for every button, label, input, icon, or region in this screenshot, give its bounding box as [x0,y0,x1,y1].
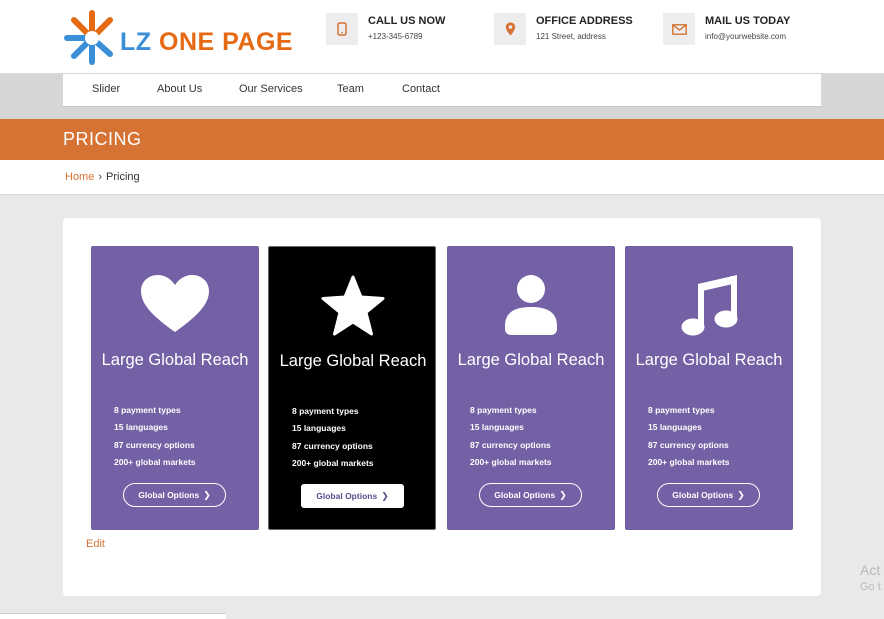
feature-list: 8 payment types 15 languages 87 currency… [648,402,730,471]
global-options-button[interactable]: Global Options ❯ [123,483,226,507]
star-icon [321,275,385,336]
pricing-panel: Large Global Reach 8 payment types 15 la… [63,218,821,596]
nav-item-about-us[interactable]: About Us [157,83,202,95]
feature-list: 8 payment types 15 languages 87 currency… [114,402,196,471]
feature-item: 87 currency options [292,440,373,451]
contact-title: MAIL US TODAY [705,15,791,27]
button-label: Global Options [316,491,378,501]
feature-item: 8 payment types [470,405,537,415]
feature-item: 200+ global markets [114,456,196,467]
feature-item: 8 payment types [292,406,359,416]
watermark-line-1: Act [860,562,881,578]
feature-item: 200+ global markets [470,456,552,467]
contact-subtitle: info@yourwebsite.com [705,32,787,41]
feature-item: 15 languages [292,423,346,434]
feature-item: 8 payment types [648,405,715,415]
feature-list: 8 payment types 15 languages 87 currency… [292,403,374,472]
activation-watermark: Act Go t [860,562,881,593]
feature-item: 87 currency options [470,439,551,450]
breadcrumb: Home › Pricing [65,171,140,183]
logo-text-prefix: LZ [120,28,152,56]
button-label: Global Options [138,490,200,500]
heart-icon [141,275,209,332]
user-icon [505,275,557,335]
feature-item: 87 currency options [114,439,195,450]
watermark-line-2: Go t [860,581,881,593]
card-title: Large Global Reach [457,351,605,369]
feature-item: 200+ global markets [292,457,374,468]
breadcrumb-current: Pricing [106,171,140,183]
pricing-card: Large Global Reach 8 payment types 15 la… [625,246,793,530]
contact-title: OFFICE ADDRESS [536,15,633,27]
pricing-card: Large Global Reach 8 payment types 15 la… [447,246,615,530]
site-logo[interactable]: LZ ONE PAGE [64,10,319,65]
breadcrumb-separator: › [98,171,103,183]
chevron-right-icon: ❯ [203,489,211,500]
logo-burst-icon [64,10,113,65]
chevron-right-icon: ❯ [381,490,389,501]
music-note-icon [681,275,738,336]
breadcrumb-home-link[interactable]: Home [65,171,94,183]
pricing-card-featured: Large Global Reach 8 payment types 15 la… [268,246,436,530]
feature-item: 15 languages [470,422,524,433]
button-label: Global Options [672,490,734,500]
page-title-band: PRICING [0,119,884,160]
chevron-right-icon: ❯ [559,489,567,500]
feature-item: 15 languages [114,422,168,433]
envelope-icon [663,13,695,45]
feature-item: 8 payment types [114,405,181,415]
chevron-right-icon: ❯ [737,489,745,500]
edit-link[interactable]: Edit [86,538,105,550]
nav-item-our-services[interactable]: Our Services [239,83,303,95]
logo-text-rest: ONE PAGE [151,28,294,56]
main-nav: Slider About Us Our Services Team Contac… [63,74,821,107]
button-label: Global Options [494,490,556,500]
breadcrumb-bar: Home › Pricing [0,160,884,195]
feature-list: 8 payment types 15 languages 87 currency… [470,402,552,471]
contact-title: CALL US NOW [368,15,446,27]
nav-item-team[interactable]: Team [337,83,364,95]
map-pin-icon [494,13,526,45]
contact-subtitle: 121 Street, address [536,32,606,41]
global-options-button[interactable]: Global Options ❯ [657,483,760,507]
mobile-phone-icon [326,13,358,45]
feature-item: 200+ global markets [648,456,730,467]
pricing-card: Large Global Reach 8 payment types 15 la… [91,246,259,530]
nav-item-slider[interactable]: Slider [92,83,120,95]
feature-item: 15 languages [648,422,702,433]
card-title: Large Global Reach [635,351,783,369]
card-title: Large Global Reach [101,351,249,369]
card-title: Large Global Reach [279,352,427,370]
page-title: PRICING [63,129,142,149]
site-header: LZ ONE PAGE CALL US NOW +123-345-6789 OF… [0,0,884,73]
feature-item: 87 currency options [648,439,729,450]
global-options-button[interactable]: Global Options ❯ [479,483,582,507]
nav-item-contact[interactable]: Contact [402,83,440,95]
logo-text: LZ ONE PAGE [120,28,293,57]
contact-subtitle: +123-345-6789 [368,32,423,41]
global-options-button[interactable]: Global Options ❯ [301,484,404,508]
bottom-bar-fragment [0,613,226,619]
